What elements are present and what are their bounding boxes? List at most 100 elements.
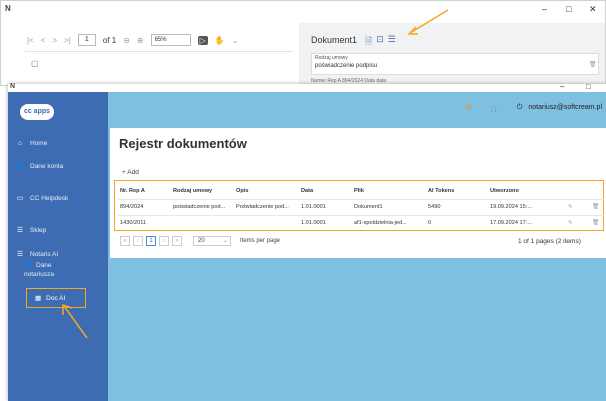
- page-title: Rejestr dokumentów: [119, 136, 247, 151]
- zoom-in-icon[interactable]: ⊕: [137, 36, 144, 45]
- page-count: of 1: [102, 35, 117, 45]
- home-icon: ⌂: [17, 139, 23, 147]
- cell-rep-number: 1430/2011: [120, 219, 147, 226]
- user-menu[interactable]: ⏻ notariusz@softcream.pl: [517, 104, 602, 112]
- zoom-select[interactable]: 65%: [150, 34, 191, 46]
- sidebar: cc apps ⌂ Home 👤 Dane konta ▭ CC Helpdes…: [8, 92, 108, 401]
- prev-page-button[interactable]: ‹: [133, 236, 143, 246]
- last-page-button[interactable]: »: [172, 236, 182, 246]
- cell-created: 19.09.2024 15:...: [490, 203, 532, 210]
- chevron-down-icon: ⌄: [222, 238, 228, 244]
- user-email: notariusz@softcream.pl: [528, 104, 602, 111]
- cell-description: Poświadczenie pod...: [236, 203, 289, 210]
- clear-field-icon[interactable]: 🗑: [589, 61, 597, 68]
- first-page-icon[interactable]: |<: [27, 36, 34, 45]
- topbar-actions: ✉ 🛒 ⏻ notariusz@softcream.pl: [465, 103, 602, 112]
- sidebar-item-label: Doc AI: [46, 294, 66, 302]
- cart-icon[interactable]: 🛒: [490, 104, 499, 112]
- sidebar-item-label: Home: [30, 139, 48, 147]
- background-window: N – □ ✕ |< < > >| 1 of 1 ⊖ ⊕ 65% ▷ ✋ ⌄ ▢…: [0, 0, 606, 87]
- sidebar-item-label: Dane konta: [30, 162, 64, 170]
- sidebar-item-notary-data-line2[interactable]: notariusza: [24, 271, 54, 278]
- cell-created: 17.09.2024 17:...: [490, 219, 532, 226]
- sidebar-item-doc-ai[interactable]: ▦ Doc AI: [26, 288, 86, 308]
- list-icon: ☰: [16, 227, 24, 234]
- last-page-icon[interactable]: >|: [64, 36, 71, 45]
- next-page-button[interactable]: ›: [159, 236, 169, 246]
- background-titlebar: N – □ ✕: [1, 1, 605, 19]
- pager: « ‹ 1 › » 20 ⌄ Items per page: [120, 236, 280, 246]
- top-bar: ✉ 🛒 ⏻ notariusz@softcream.pl: [108, 92, 606, 124]
- next-page-icon[interactable]: >: [52, 36, 57, 45]
- sidebar-item-helpdesk[interactable]: ▭ CC Helpdesk: [12, 191, 106, 205]
- column-header[interactable]: Rodzaj umowy: [173, 188, 212, 194]
- sidebar-item-notary-data[interactable]: Dane: [36, 262, 52, 269]
- page-input[interactable]: 1: [77, 34, 96, 46]
- table-row[interactable]: 894/2024 poświadczenie pod... Poświadcze…: [118, 199, 604, 213]
- prev-page-icon[interactable]: <: [41, 36, 46, 45]
- minimize-button[interactable]: –: [560, 82, 564, 91]
- list-icon: ☰: [16, 251, 24, 258]
- sidebar-item-shop[interactable]: ☰ Sklep: [12, 223, 106, 237]
- pan-tool-icon[interactable]: ✋: [215, 36, 225, 45]
- chevron-down-icon[interactable]: ⌄: [232, 36, 239, 45]
- page-thumbnail-icon[interactable]: ▢: [31, 59, 39, 68]
- edit-icon[interactable]: ✎: [568, 220, 573, 226]
- column-header[interactable]: Nr. Rep A: [120, 188, 145, 194]
- page-size-value: 20: [198, 238, 205, 244]
- current-page-button[interactable]: 1: [146, 236, 156, 246]
- document-icon[interactable]: 🗎: [365, 34, 372, 50]
- add-button[interactable]: + Add: [122, 169, 139, 176]
- cell-file: af1-spoldzielnia-jed...: [354, 219, 407, 226]
- main-titlebar: N – □: [8, 82, 606, 92]
- first-page-button[interactable]: «: [120, 236, 130, 246]
- delete-icon[interactable]: 🗑: [592, 220, 599, 226]
- pdf-toolbar: |< < > >| 1 of 1 ⊖ ⊕ 65% ▷ ✋ ⌄: [27, 31, 293, 49]
- monitor-icon: ▭: [16, 195, 24, 202]
- cell-rep-number: 894/2024: [120, 203, 144, 210]
- sidebar-item-notaris-ai[interactable]: ☰ Notaris AI: [12, 247, 106, 261]
- power-icon[interactable]: ⏻: [517, 104, 523, 112]
- zoom-out-icon[interactable]: ⊖: [123, 36, 130, 45]
- sidebar-item-label: Sklep: [30, 226, 47, 234]
- column-header[interactable]: Data: [301, 188, 313, 194]
- sidebar-item-label: Notaris AI: [30, 250, 59, 258]
- mail-icon[interactable]: ✉: [465, 103, 472, 112]
- cell-contract-type: poświadczenie pod...: [173, 203, 226, 210]
- column-header[interactable]: AI Tokens: [428, 188, 454, 194]
- cell-file: Dokument1: [354, 203, 383, 210]
- cell-ai-tokens: 0: [428, 219, 432, 226]
- document-title: Dokument1: [311, 35, 358, 45]
- user-icon: 👤: [24, 262, 33, 269]
- select-tool-icon[interactable]: ▷: [197, 35, 208, 45]
- cell-date: 1.01.0001: [301, 203, 326, 210]
- minimize-button[interactable]: –: [542, 4, 547, 14]
- items-per-page-label: Items per page: [240, 238, 281, 244]
- user-icon: 👤: [16, 163, 25, 170]
- app-logo-icon: N: [5, 4, 11, 13]
- table-row[interactable]: 1430/2011 1.01.0001 af1-spoldzielnia-jed…: [118, 215, 604, 229]
- column-header[interactable]: Opis: [236, 188, 248, 194]
- app-logo-icon: N: [10, 83, 16, 90]
- maximize-button[interactable]: □: [586, 82, 591, 91]
- column-header[interactable]: Utworzono: [490, 188, 519, 194]
- maximize-button[interactable]: □: [566, 4, 571, 14]
- download-icon[interactable]: ⊡: [376, 34, 384, 50]
- contract-type-label: Rodzaj umowy: [315, 55, 348, 61]
- column-header[interactable]: Plik: [354, 188, 364, 194]
- cc-apps-logo[interactable]: cc apps: [20, 104, 54, 120]
- grid-icon: ▦: [35, 295, 42, 302]
- sidebar-item-account[interactable]: 👤 Dane konta: [12, 159, 106, 173]
- contract-type-value: poświadczenie podpisu: [315, 63, 378, 69]
- sidebar-item-label: CC Helpdesk: [30, 194, 69, 202]
- pdf-viewer[interactable]: [25, 51, 293, 87]
- page-size-select[interactable]: 20 ⌄: [193, 236, 231, 246]
- delete-icon[interactable]: 🗑: [592, 204, 599, 210]
- close-button[interactable]: ✕: [589, 4, 597, 15]
- menu-icon[interactable]: ☰: [388, 34, 396, 50]
- table-header: Nr. Rep A Rodzaj umowy Opis Data Plik AI…: [118, 184, 604, 198]
- edit-icon[interactable]: ✎: [568, 204, 573, 210]
- sidebar-item-home[interactable]: ⌂ Home: [12, 136, 106, 150]
- page-info: 1 of 1 pages (2 items): [518, 238, 581, 245]
- cell-ai-tokens: 5490: [428, 203, 441, 210]
